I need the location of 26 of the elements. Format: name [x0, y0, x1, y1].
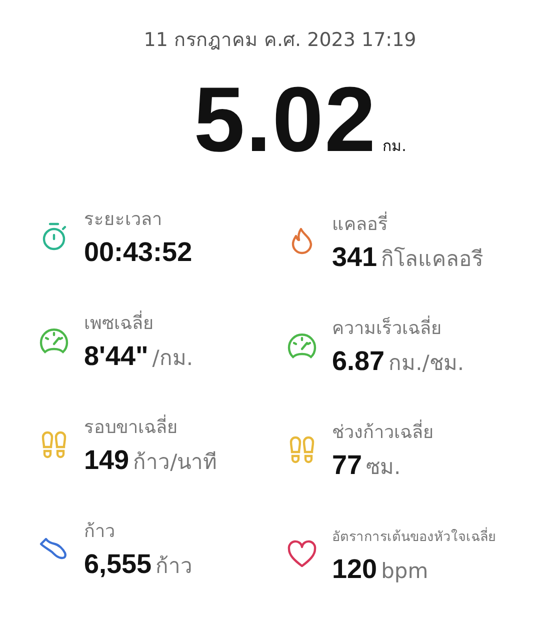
metric-label: แคลอรี่ [332, 212, 484, 238]
distance-unit: กม. [382, 136, 406, 157]
metric-label: ก้าว [84, 520, 116, 544]
metric-value: 8'44" [84, 341, 148, 372]
metric-label: เพซเฉลี่ย [84, 311, 194, 337]
metric-label: ความเร็วเฉลี่ย [332, 316, 464, 342]
metric-label: อัตราการเต้นของหัวใจเฉลี่ย [332, 526, 496, 547]
metric-unit: ก้าว/นาที [133, 449, 218, 476]
distance-value: 5.02 [194, 68, 377, 173]
metric-label: ช่วงก้าวเฉลี่ย [332, 420, 434, 446]
metric-value: 6.87 [332, 346, 385, 377]
metric-value: 00:43:52 [84, 237, 192, 268]
metric-unit: bpm [381, 559, 428, 583]
metric-value: 6,555 [84, 549, 152, 580]
metric-label: รอบขาเฉลี่ย [84, 415, 218, 441]
metric-label: ระยะเวลา [84, 208, 163, 232]
metric-unit: กม./ชม. [388, 350, 464, 377]
workout-date: 11 กรกฎาคม ค.ศ. 2023 17:19 [142, 28, 418, 53]
metric-unit: ก้าว [156, 553, 193, 580]
metric-value: 77 [332, 450, 362, 481]
metric-unit: กิโลแคลอรี [381, 246, 484, 273]
metric-unit: /กม. [152, 345, 194, 372]
metric-value: 149 [84, 445, 130, 476]
metric-value: 120 [332, 554, 378, 585]
metric-value: 341 [332, 242, 378, 273]
metric-unit: ซม. [366, 454, 401, 481]
